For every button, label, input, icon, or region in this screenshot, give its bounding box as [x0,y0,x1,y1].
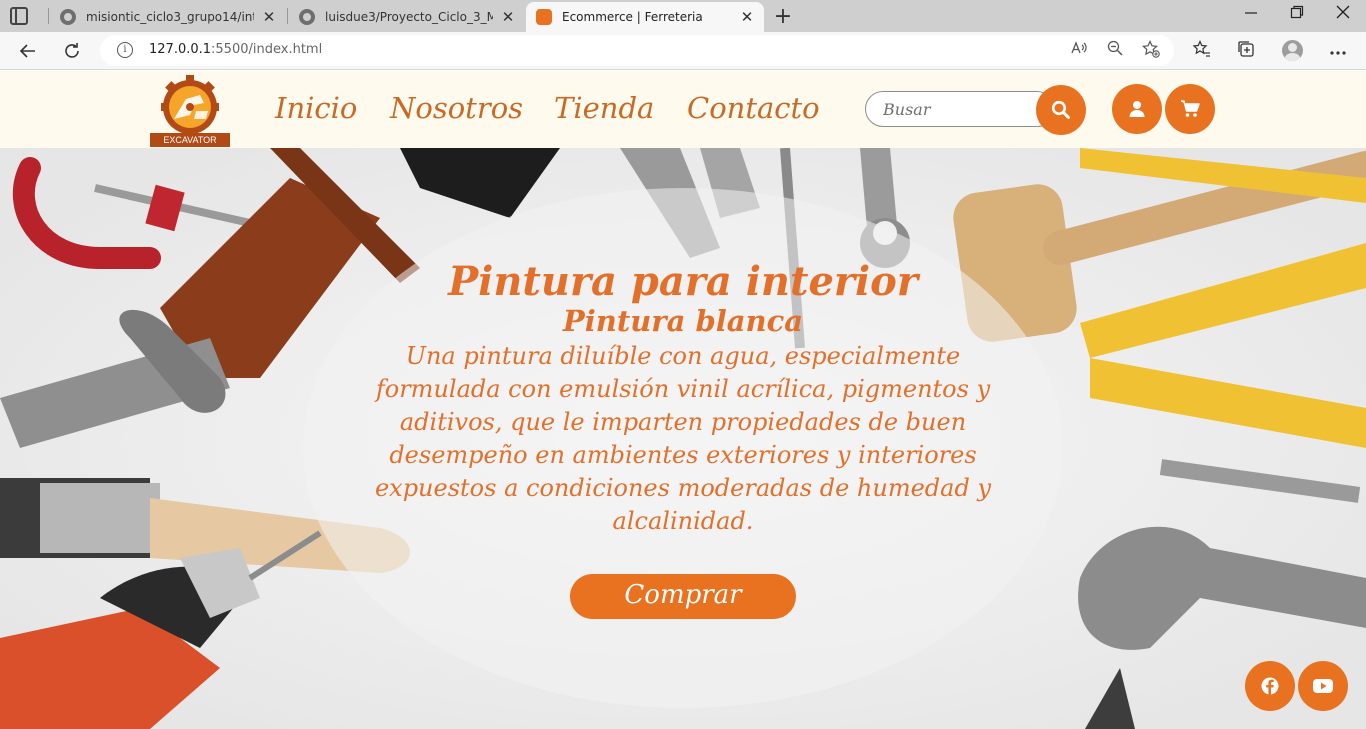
url-path: :5500/index.html [211,42,323,57]
tab-separator [287,8,288,24]
browser-tab-1[interactable]: misiontic_ciclo3_grupo14/introdu ✕ [50,2,286,32]
read-aloud-icon[interactable] [1068,40,1090,62]
web-page: EXCAVATOR Inicio Nosotros Tienda Contact… [0,71,1366,729]
facebook-button[interactable] [1245,661,1295,711]
site-header: EXCAVATOR Inicio Nosotros Tienda Contact… [0,71,1366,148]
buy-button[interactable]: Comprar [570,574,796,619]
close-tab-icon[interactable]: ✕ [501,8,515,26]
refresh-icon[interactable] [58,37,86,65]
facebook-icon [1261,677,1279,695]
new-tab-button[interactable]: + [772,4,794,29]
url-field[interactable]: i 127.0.0.1:5500/index.html [100,35,1174,66]
nav-link-contacto[interactable]: Contacto [687,91,820,125]
profile-avatar[interactable] [1282,40,1303,61]
hero-banner: Pintura para interior Pintura blanca Una… [0,148,1366,729]
cart-icon [1181,100,1200,117]
add-favorite-icon[interactable] [1140,40,1162,64]
excavator-icon [536,9,552,25]
tab-title: misiontic_ciclo3_grupo14/introdu [86,10,254,24]
github-icon [60,9,76,25]
nav-link-nosotros[interactable]: Nosotros [390,91,523,125]
search-button[interactable] [1036,85,1086,135]
address-bar: i 127.0.0.1:5500/index.html [0,32,1366,70]
url-text[interactable]: 127.0.0.1:5500/index.html [149,42,322,57]
tab-actions-icon[interactable] [10,7,28,25]
hero-content: Pintura para interior Pintura blanca Una… [340,258,1026,538]
back-icon[interactable] [14,37,42,65]
github-icon [299,9,315,25]
youtube-icon [1313,679,1333,693]
favorites-icon[interactable] [1189,40,1215,62]
browser-tab-2[interactable]: luisdue3/Proyecto_Ciclo_3_Misio ✕ [289,2,525,32]
tab-separator [48,8,49,24]
browser-tab-active[interactable]: Ecommerce | Ferreteria ✕ [526,2,764,32]
excavator-gear-icon [161,75,219,134]
excavator-logo[interactable]: EXCAVATOR [150,73,230,147]
cart-button[interactable] [1165,84,1215,134]
youtube-button[interactable] [1298,661,1348,711]
hero-title: Pintura para interior [448,258,918,305]
user-account-button[interactable] [1112,84,1162,134]
zoom-out-icon[interactable] [1104,40,1126,62]
tab-title: luisdue3/Proyecto_Ciclo_3_Misio [325,10,493,24]
close-tab-icon[interactable]: ✕ [740,8,754,26]
browser-tab-bar: misiontic_ciclo3_grupo14/introdu ✕ luisd… [0,0,1366,32]
minimize-icon[interactable] [1239,4,1263,23]
search-input[interactable] [865,91,1055,127]
nav-link-tienda[interactable]: Tienda [554,91,654,125]
site-info-icon[interactable]: i [117,42,133,58]
search-icon [1051,100,1070,119]
close-window-icon[interactable] [1331,4,1355,23]
tab-title: Ecommerce | Ferreteria [562,10,703,24]
close-tab-icon[interactable]: ✕ [262,8,276,26]
user-icon [1129,101,1145,117]
hero-description: Una pintura diluíble con agua, especialm… [374,342,992,535]
url-host: 127.0.0.1 [149,42,212,57]
restore-icon[interactable] [1285,4,1309,23]
more-options-icon[interactable] [1325,40,1351,62]
logo-label: EXCAVATOR [150,133,230,147]
collections-icon[interactable] [1233,40,1259,62]
nav-link-inicio[interactable]: Inicio [275,91,357,125]
hero-subtitle: Pintura blanca [562,304,804,338]
